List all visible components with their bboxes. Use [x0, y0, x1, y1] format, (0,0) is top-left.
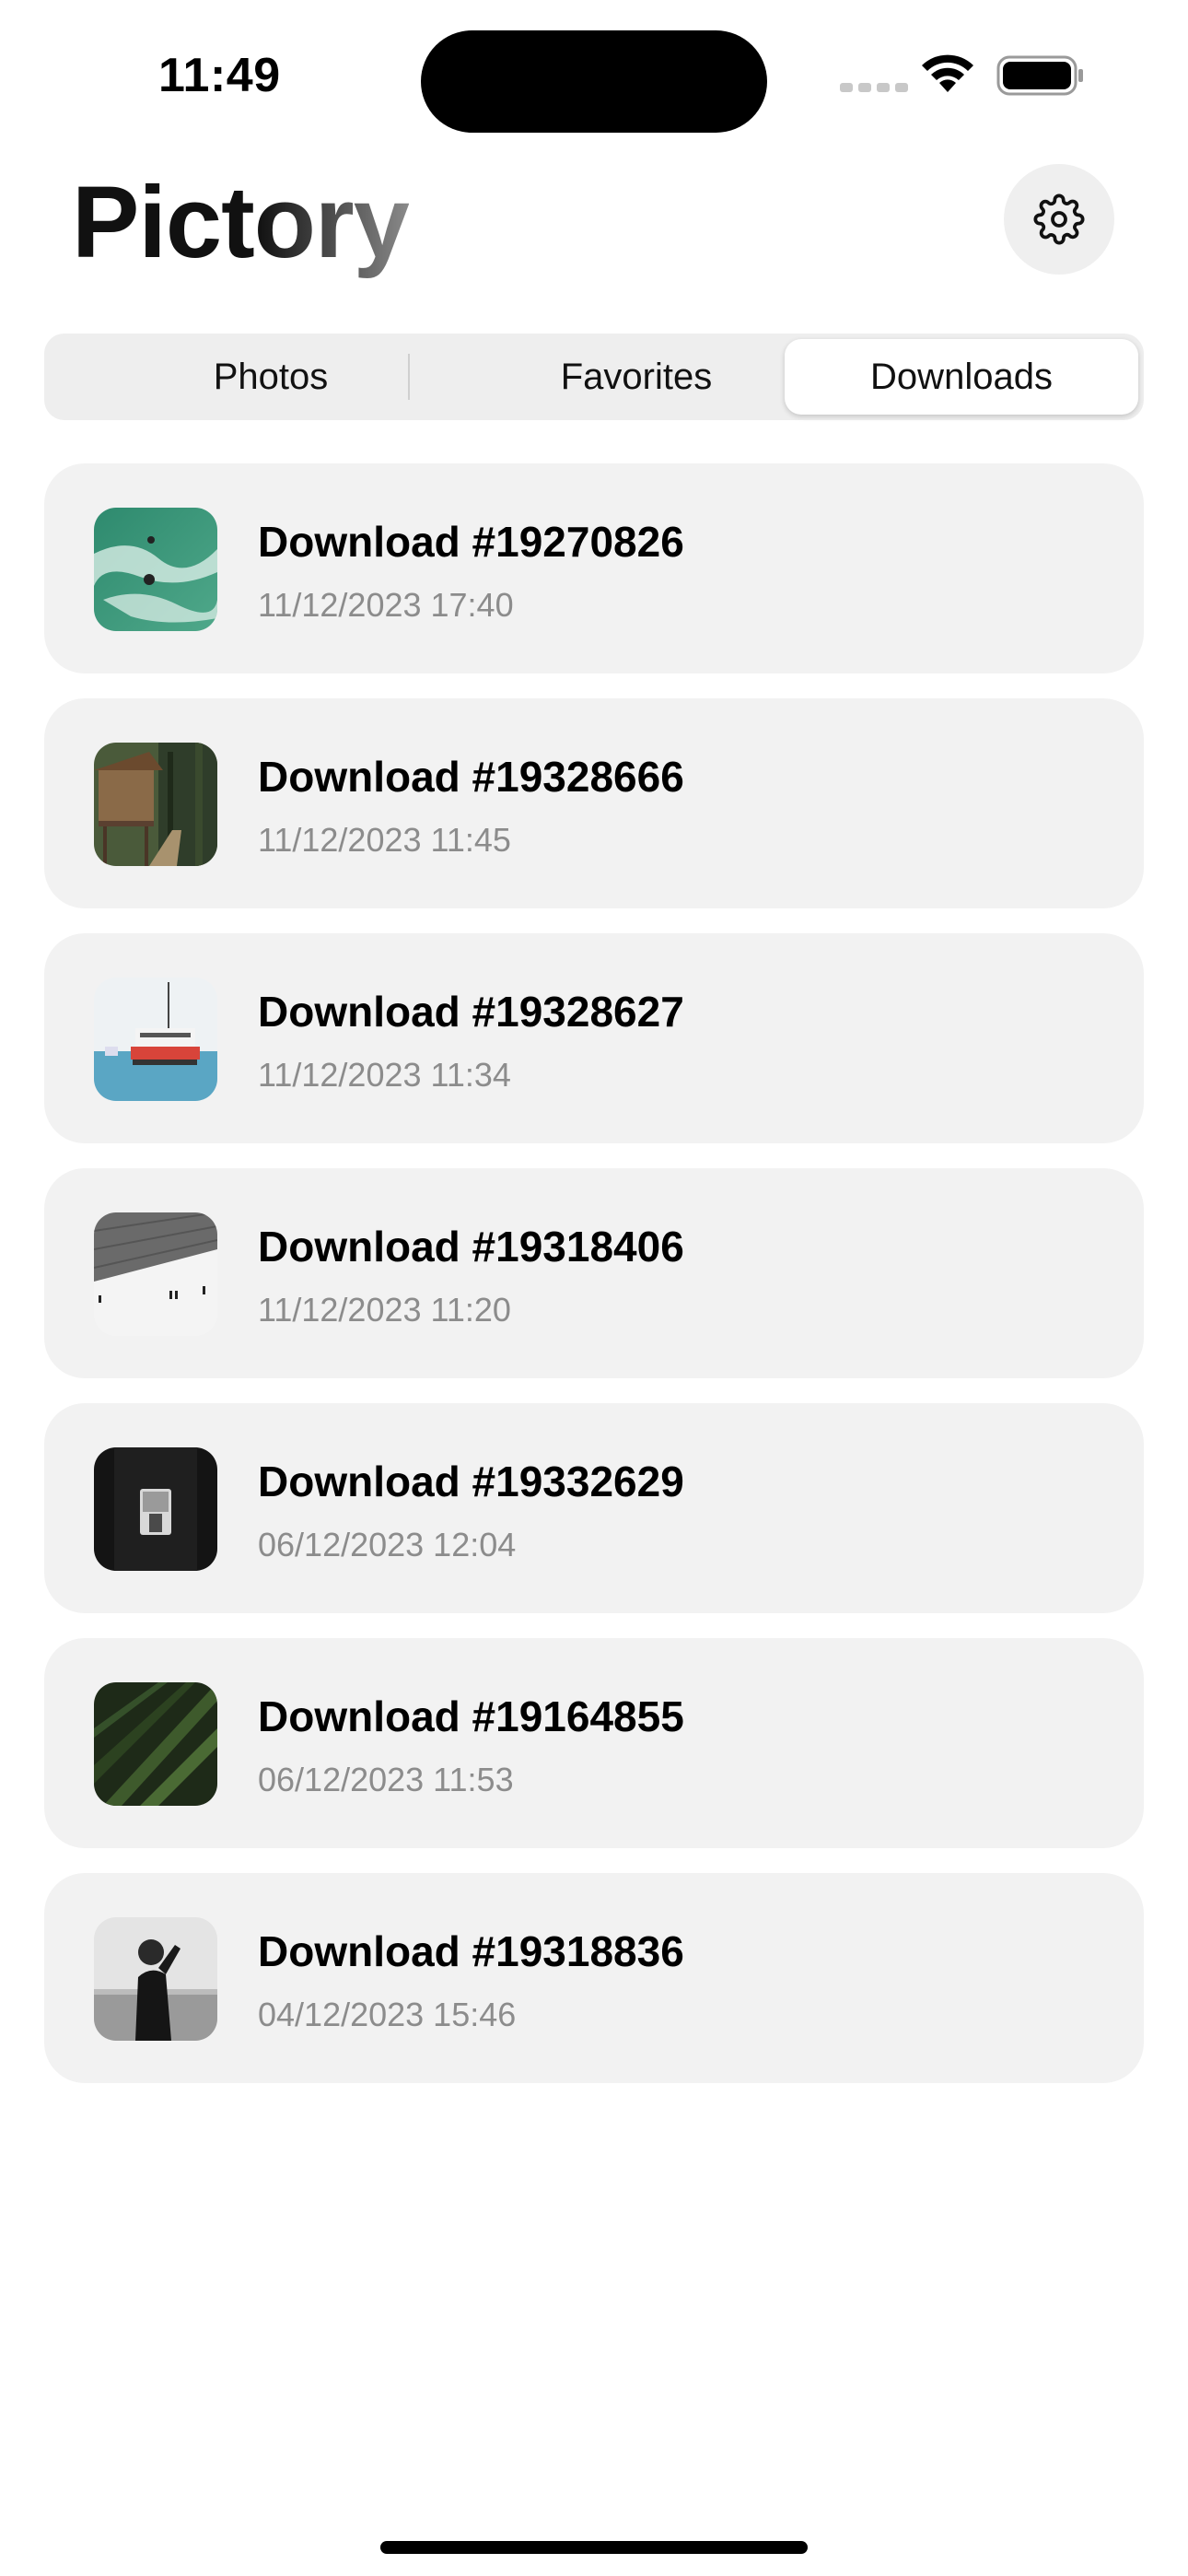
thumbnail-image [94, 1917, 217, 2041]
download-row[interactable]: Download #19318836 04/12/2023 15:46 [44, 1873, 1144, 2083]
download-row[interactable]: Download #19164855 06/12/2023 11:53 [44, 1638, 1144, 1848]
download-title: Download #19164855 [258, 1692, 684, 1740]
download-row[interactable]: Download #19332629 06/12/2023 12:04 [44, 1403, 1144, 1613]
thumbnail-image [94, 743, 217, 866]
dynamic-island [421, 30, 767, 133]
thumbnail-image [94, 1447, 217, 1571]
download-title: Download #19328666 [258, 753, 684, 801]
download-date: 11/12/2023 11:45 [258, 821, 511, 859]
download-date: 11/12/2023 11:34 [258, 1056, 511, 1094]
tab-downloads[interactable]: Downloads [785, 339, 1138, 415]
thumbnail-image [94, 1212, 217, 1336]
download-title: Download #19270826 [258, 518, 684, 566]
gear-icon [1033, 193, 1085, 245]
download-date: 06/12/2023 12:04 [258, 1526, 517, 1563]
download-date: 11/12/2023 11:20 [258, 1291, 511, 1329]
download-title: Download #19328627 [258, 988, 684, 1036]
download-date: 06/12/2023 11:53 [258, 1761, 514, 1798]
cellular-signal-icon [840, 83, 908, 92]
tab-segmented-control: Photos Favorites Downloads [44, 334, 1144, 420]
download-title: Download #19318406 [258, 1223, 684, 1270]
tab-photos[interactable]: Photos [94, 339, 448, 415]
thumbnail-image [94, 1682, 217, 1806]
tab-divider [408, 354, 410, 400]
home-indicator [380, 2541, 808, 2554]
download-row[interactable]: Download #19270826 11/12/2023 17:40 [44, 463, 1144, 673]
thumbnail-image [94, 508, 217, 631]
status-time: 11:49 [158, 49, 281, 102]
settings-button[interactable] [1004, 164, 1114, 275]
wifi-icon [922, 54, 973, 92]
download-date: 11/12/2023 17:40 [258, 586, 514, 624]
download-row[interactable]: Download #19328666 11/12/2023 11:45 [44, 698, 1144, 908]
download-title: Download #19318836 [258, 1927, 684, 1975]
download-date: 04/12/2023 15:46 [258, 1996, 517, 2033]
battery-icon [996, 55, 1083, 96]
status-bar: 11:49 [0, 0, 1188, 138]
app-title: Pictory [72, 166, 410, 279]
download-row[interactable]: Download #19318406 11/12/2023 11:20 [44, 1168, 1144, 1378]
download-row[interactable]: Download #19328627 11/12/2023 11:34 [44, 933, 1144, 1143]
tab-favorites[interactable]: Favorites [460, 339, 813, 415]
thumbnail-image [94, 978, 217, 1101]
download-title: Download #19332629 [258, 1458, 684, 1505]
